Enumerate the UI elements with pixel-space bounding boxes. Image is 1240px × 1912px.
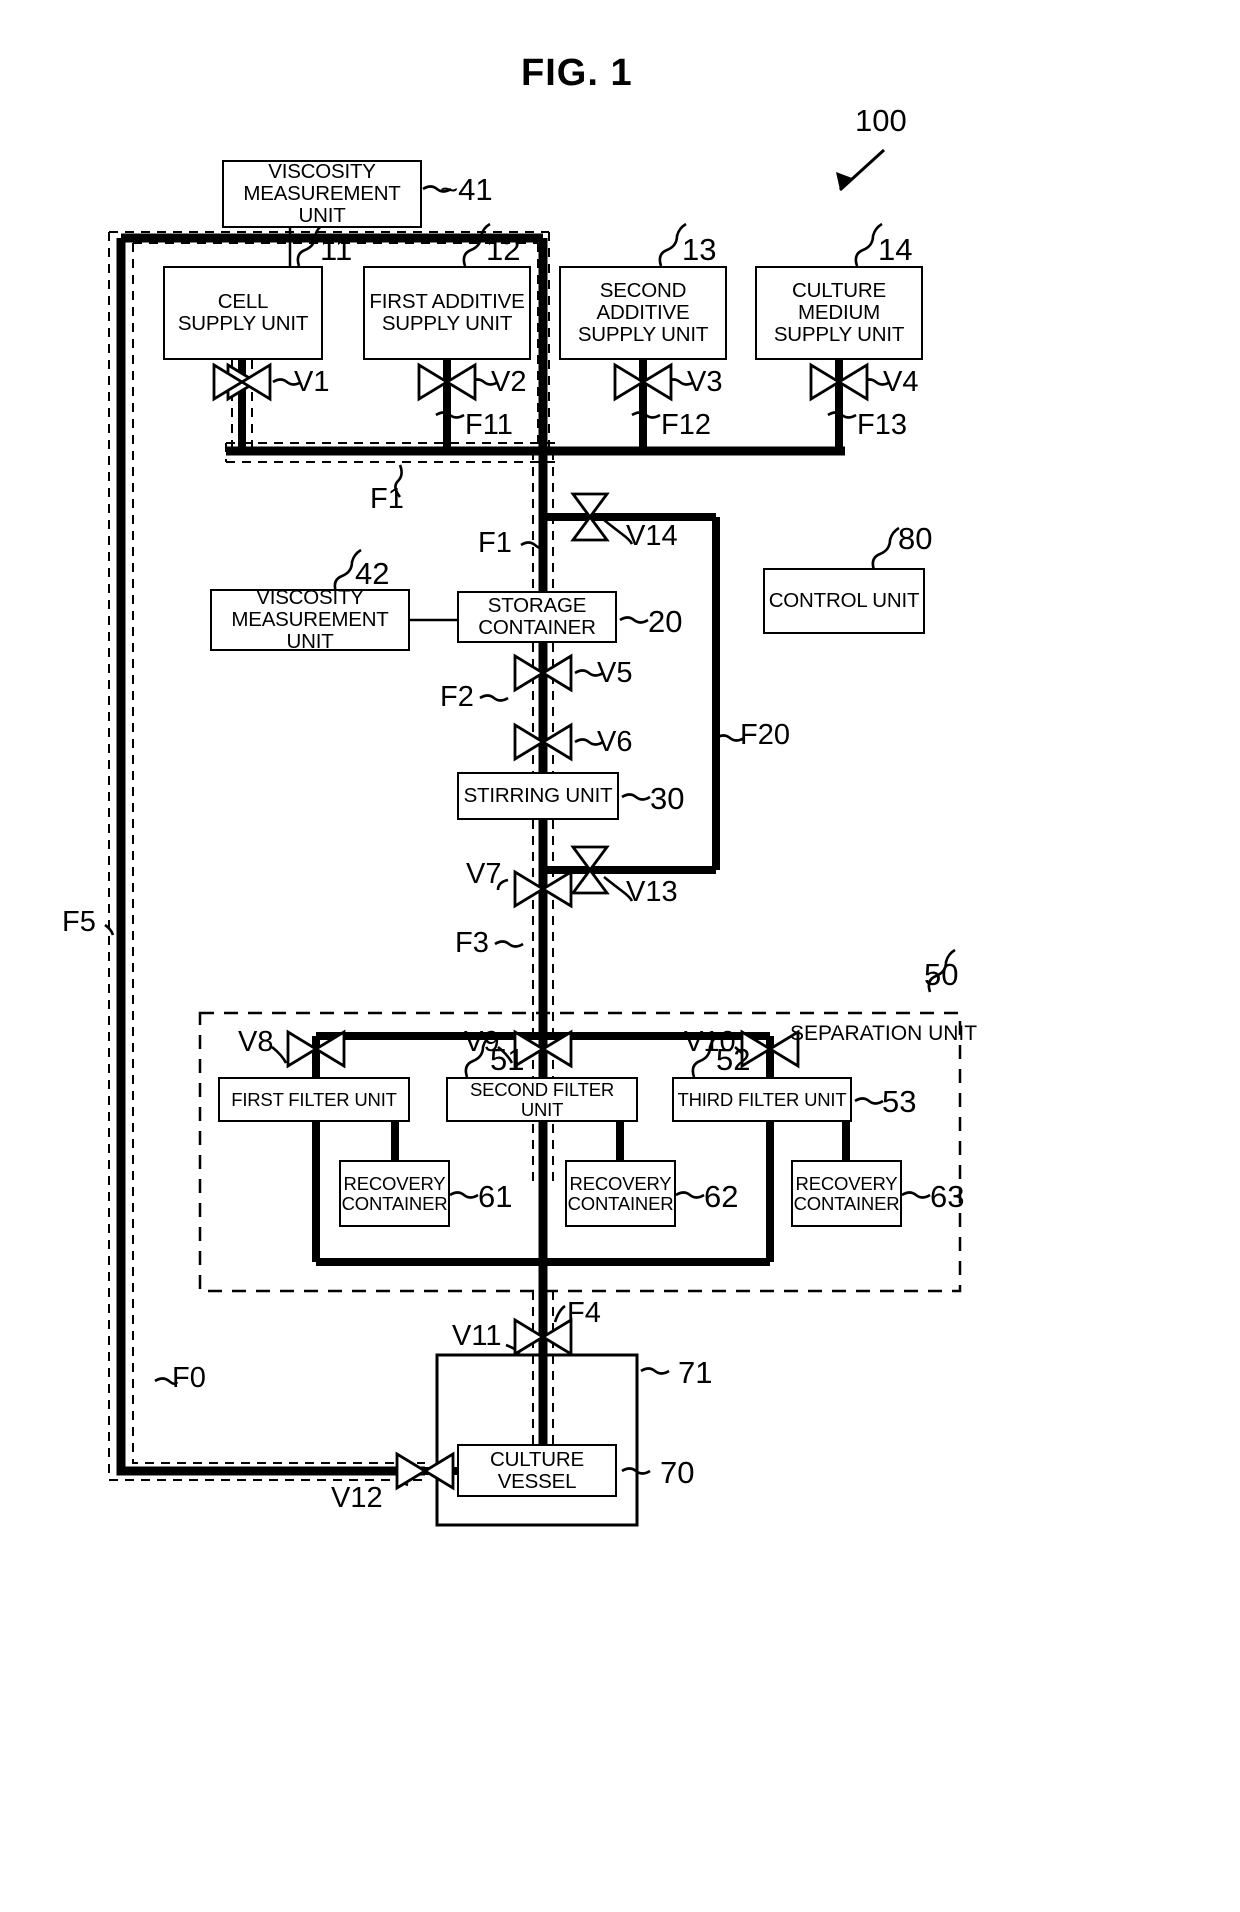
valve-label-V11: V11 bbox=[452, 1320, 502, 1352]
box-label: FIRST ADDITIVE SUPPLY UNIT bbox=[369, 290, 525, 335]
flow-label-F5: F5 bbox=[62, 906, 96, 938]
control-unit[interactable]: CONTROL UNIT bbox=[763, 568, 925, 634]
ref-42: 42 bbox=[355, 556, 390, 591]
valve-label-V8: V8 bbox=[238, 1026, 274, 1058]
storage-container[interactable]: STORAGE CONTAINER bbox=[457, 591, 617, 643]
first-filter-unit[interactable]: FIRST FILTER UNIT bbox=[218, 1077, 410, 1122]
box-label: RECOVERY CONTAINER bbox=[793, 1172, 900, 1214]
flow-label-F13: F13 bbox=[857, 409, 907, 441]
recovery-container-61[interactable]: RECOVERY CONTAINER bbox=[339, 1160, 450, 1227]
valve-label-V9: V9 bbox=[464, 1026, 500, 1058]
ref-11: 11 bbox=[320, 232, 353, 267]
ref-41: ~41 bbox=[440, 172, 493, 207]
valve-label-V4: V4 bbox=[883, 366, 919, 398]
flow-label-F1-drop: F1 bbox=[478, 527, 512, 559]
valve-label-V1: V1 bbox=[294, 366, 330, 398]
valve-label-V6: V6 bbox=[597, 726, 633, 758]
ref-50: 50 bbox=[924, 957, 959, 992]
ref-80: 80 bbox=[898, 521, 933, 556]
f0-jacket-inner bbox=[132, 243, 425, 1464]
culture-vessel[interactable]: CULTURE VESSEL bbox=[457, 1444, 617, 1497]
ref-30: 30 bbox=[650, 781, 685, 816]
valve-label-V12: V12 bbox=[331, 1482, 383, 1514]
ref-61: 61 bbox=[478, 1179, 513, 1214]
viscosity-measurement-unit-42[interactable]: VISCOSITY MEASUREMENT UNIT bbox=[210, 586, 410, 653]
leader-100 bbox=[838, 148, 886, 192]
patent-figure-canvas: FIG. 1 VISCOSITY MEASUREMENT UNIT ~41 CE… bbox=[0, 0, 1240, 1912]
valve-label-V10: V10 bbox=[684, 1026, 736, 1058]
ref-62: 62 bbox=[704, 1179, 739, 1214]
second-additive-supply-unit[interactable]: SECOND ADDITIVE SUPPLY UNIT bbox=[559, 266, 727, 360]
flow-label-F1-bus: F1 bbox=[370, 483, 404, 515]
box-label: FIRST FILTER UNIT bbox=[231, 1088, 397, 1110]
second-filter-unit[interactable]: SECOND FILTER UNIT bbox=[446, 1077, 638, 1122]
valve-label-V2: V2 bbox=[491, 366, 527, 398]
ref-53: 53 bbox=[882, 1084, 917, 1119]
flow-label-F3: F3 bbox=[455, 927, 489, 959]
cell-supply-unit[interactable]: CELL SUPPLY UNIT bbox=[163, 266, 323, 360]
box-label: SECOND ADDITIVE SUPPLY UNIT bbox=[577, 279, 709, 346]
f0-pipe-core bbox=[116, 238, 425, 1476]
vessel-jacket-box bbox=[435, 1353, 639, 1527]
flow-label-F20: F20 bbox=[740, 719, 790, 751]
ref-71: 71 bbox=[678, 1355, 713, 1390]
flow-label-F11: F11 bbox=[465, 409, 513, 441]
recovery-container-62[interactable]: RECOVERY CONTAINER bbox=[565, 1160, 676, 1227]
f0-jacket-outer bbox=[108, 232, 425, 1481]
ref-13: 13 bbox=[682, 232, 717, 267]
box-label: RECOVERY CONTAINER bbox=[567, 1172, 674, 1214]
box-label: CULTURE MEDIUM SUPPLY UNIT bbox=[773, 279, 905, 346]
valve-label-V14: V14 bbox=[626, 520, 678, 552]
stirring-unit[interactable]: STIRRING UNIT bbox=[457, 772, 619, 820]
box-label: CONTROL UNIT bbox=[768, 589, 920, 613]
box-label: STORAGE CONTAINER bbox=[478, 594, 596, 639]
recovery-container-63[interactable]: RECOVERY CONTAINER bbox=[791, 1160, 902, 1227]
valve-label-V13: V13 bbox=[626, 876, 678, 908]
ref-70: 70 bbox=[660, 1455, 695, 1490]
ref-100: 100 bbox=[855, 103, 907, 138]
ref-63: 63 bbox=[930, 1179, 965, 1214]
flow-label-F2: F2 bbox=[440, 681, 474, 713]
box-label: CELL SUPPLY UNIT bbox=[177, 290, 309, 335]
box-label: THIRD FILTER UNIT bbox=[677, 1088, 847, 1110]
valve-label-V5: V5 bbox=[597, 657, 633, 689]
first-additive-supply-unit[interactable]: FIRST ADDITIVE SUPPLY UNIT bbox=[363, 266, 531, 360]
separation-unit-title: SEPARATION UNIT bbox=[790, 1022, 978, 1045]
box-label: STIRRING UNIT bbox=[463, 784, 613, 808]
ref-12: 12 bbox=[486, 232, 521, 267]
flow-label-F0: F0 bbox=[172, 1362, 206, 1394]
box-label: SECOND FILTER UNIT bbox=[469, 1078, 615, 1120]
ref-14: 14 bbox=[878, 232, 913, 267]
ref-20: 20 bbox=[648, 604, 683, 639]
box-label: RECOVERY CONTAINER bbox=[341, 1172, 448, 1214]
box-label: CULTURE VESSEL bbox=[490, 1447, 584, 1493]
culture-medium-supply-unit[interactable]: CULTURE MEDIUM SUPPLY UNIT bbox=[755, 266, 923, 360]
third-filter-unit[interactable]: THIRD FILTER UNIT bbox=[672, 1077, 852, 1122]
valve-label-V7: V7 bbox=[466, 858, 502, 890]
flow-label-F12: F12 bbox=[661, 409, 711, 441]
box-label: VISCOSITY MEASUREMENT UNIT bbox=[243, 160, 401, 227]
valve-label-V3: V3 bbox=[687, 366, 723, 398]
flow-label-F4: F4 bbox=[567, 1297, 601, 1329]
viscosity-measurement-unit-41[interactable]: VISCOSITY MEASUREMENT UNIT bbox=[222, 160, 422, 228]
box-label: VISCOSITY MEASUREMENT UNIT bbox=[231, 586, 389, 653]
